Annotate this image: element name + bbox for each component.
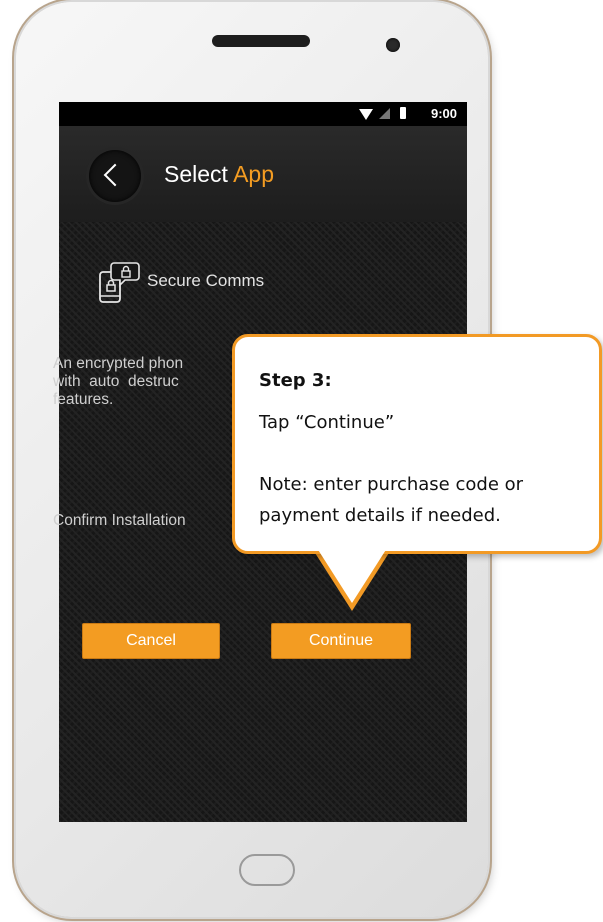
status-time: 9:00 [430, 106, 457, 121]
confirm-installation-label: Confirm Installation [53, 512, 186, 529]
signal-icon [379, 108, 390, 119]
callout-step: Step 3: [259, 370, 332, 391]
status-bar: 9:00 [59, 102, 467, 126]
back-button[interactable] [89, 150, 141, 202]
speaker-grille [212, 35, 310, 47]
app-description: An encrypted phon with auto destruc feat… [53, 355, 183, 409]
desc-line-3: features. [53, 391, 114, 408]
wifi-icon [359, 109, 373, 120]
callout-pointer-fill [315, 545, 389, 603]
chevron-left-icon [103, 163, 127, 187]
app-header: Select App [59, 126, 467, 222]
front-camera [386, 38, 400, 52]
battery-icon [400, 107, 406, 119]
app-name: Secure Comms [147, 271, 265, 290]
callout-note-line-2: payment details if needed. [259, 505, 501, 526]
continue-button[interactable]: Continue [271, 623, 411, 659]
desc-line-1: An encrypted phon [53, 355, 184, 372]
page-title: Select App [164, 161, 274, 188]
secure-phone-chat-icon [99, 262, 140, 303]
home-button[interactable] [239, 854, 295, 886]
instruction-callout: Step 3: Tap “Continue” Note: enter purch… [232, 334, 602, 554]
callout-instruction: Tap “Continue” [259, 412, 395, 433]
page-title-part1: Select [164, 161, 228, 187]
cancel-button[interactable]: Cancel [82, 623, 220, 659]
callout-note-line-1: Note: enter purchase code or [259, 474, 524, 495]
desc-line-2: with auto destruc [53, 373, 179, 390]
page-title-part2: App [233, 161, 274, 187]
